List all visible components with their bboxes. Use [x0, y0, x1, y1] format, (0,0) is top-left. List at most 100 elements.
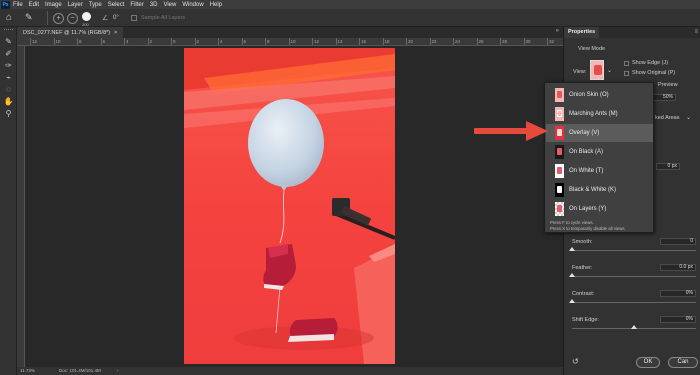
menu-type[interactable]: Type: [89, 2, 102, 8]
feather-label: Feather:: [572, 265, 593, 271]
show-edge-checkbox[interactable]: [624, 61, 629, 66]
shift-edge-slider-thumb[interactable]: [631, 325, 637, 329]
document-size: Doc: 101.4M/101.4M: [59, 368, 101, 373]
ruler-tick-mark: [241, 38, 243, 45]
brush-tool-icon[interactable]: ✎: [25, 12, 33, 23]
status-menu-icon[interactable]: ›: [117, 368, 119, 373]
marching-ants-thumbnail: [555, 107, 564, 121]
smooth-slider[interactable]: [572, 250, 696, 251]
view-thumbnail-icon: [594, 65, 602, 75]
show-original-checkbox[interactable]: [624, 71, 629, 76]
ruler-tick-label: 20: [408, 39, 414, 44]
cancel-button[interactable]: Can: [668, 357, 698, 368]
document-tab-bar: DSC_0277.NEF @ 11.7% (RGB/8*) × »: [17, 27, 563, 38]
angle-value[interactable]: 0°: [113, 15, 119, 21]
refine-edge-tool-icon[interactable]: ⌁: [3, 73, 14, 83]
ruler-tick-mark: [124, 38, 125, 45]
ruler-top: 12 10 8 6 4 2 0 2 4 6 8 10 12 14 16 18 20 22 24 26 28 30 32: [17, 38, 563, 46]
chevron-down-icon[interactable]: ⌄: [686, 114, 691, 121]
reset-icon[interactable]: ↺: [572, 357, 579, 366]
add-mode-icon[interactable]: +: [53, 13, 64, 24]
smooth-slider-thumb[interactable]: [569, 247, 575, 251]
toolbar: ✎ ✐ ✑ ⌁ ◌ ✋ ⚲: [0, 27, 17, 375]
menu-edit[interactable]: Edit: [29, 2, 39, 8]
menu-window[interactable]: Window: [182, 2, 203, 8]
contrast-slider[interactable]: [572, 302, 696, 303]
smooth-label: Smooth:: [572, 239, 593, 245]
shift-edge-field[interactable]: 0%: [660, 316, 696, 323]
feather-slider[interactable]: [572, 276, 696, 277]
view-option-onion-skin[interactable]: Onion Skin (O): [546, 86, 653, 104]
ruler-tick-label: 8: [79, 39, 82, 44]
document-image[interactable]: [184, 48, 395, 364]
ruler-tick-mark: [523, 38, 525, 45]
feather-slider-thumb[interactable]: [569, 273, 575, 277]
zoom-tool-icon[interactable]: ⚲: [3, 109, 14, 119]
subtract-mode-icon[interactable]: −: [67, 13, 78, 24]
ruler-tick-label: 4: [126, 39, 129, 44]
divider: [47, 11, 48, 25]
view-option-label: On White (T): [569, 168, 604, 174]
toolbar-grip: [4, 29, 13, 32]
smooth-field[interactable]: 0: [660, 238, 696, 245]
ruler-tick-mark: [406, 38, 407, 45]
ruler-tick-label: 30: [525, 39, 531, 44]
ok-button[interactable]: OK: [636, 357, 660, 368]
ruler-tick-mark: [335, 38, 337, 45]
menu-filter[interactable]: Filter: [130, 2, 143, 8]
ruler-tick-label: 10: [55, 39, 61, 44]
brush-tool-icon[interactable]: ✐: [3, 49, 14, 59]
view-mode-menu: Onion Skin (O) Marching Ants (M) Overlay…: [544, 82, 654, 233]
quick-selection-tool-icon[interactable]: ✎: [3, 37, 14, 47]
home-icon[interactable]: ⌂: [6, 12, 12, 23]
menu-3d[interactable]: 3D: [150, 2, 158, 8]
view-menu-hint-cycle: Press F to cycle views.: [550, 220, 594, 225]
menu-layer[interactable]: Layer: [68, 2, 83, 8]
ruler-tick-mark: [147, 38, 149, 45]
feather-field[interactable]: 0.0 px: [660, 264, 696, 271]
view-option-label: Marching Ants (M): [569, 111, 618, 117]
panel-menu-icon[interactable]: ≡: [694, 29, 698, 35]
view-option-black-white[interactable]: Black & White (K): [546, 181, 653, 199]
close-tab-icon[interactable]: ×: [114, 30, 117, 36]
radius-field[interactable]: 0 px: [656, 163, 680, 170]
contrast-slider-thumb[interactable]: [569, 299, 575, 303]
hand-tool-icon[interactable]: ✋: [3, 97, 14, 107]
view-option-on-white[interactable]: On White (T): [546, 162, 653, 180]
chevron-down-icon[interactable]: ⌄: [607, 67, 612, 74]
menu-select[interactable]: Select: [108, 2, 125, 8]
contrast-field[interactable]: 0%: [660, 290, 696, 297]
brush-preset-icon[interactable]: [82, 12, 91, 21]
black-white-thumbnail: [555, 183, 564, 197]
view-option-marching-ants[interactable]: Marching Ants (M): [546, 105, 653, 123]
masked-areas-label: ked Areas: [655, 115, 680, 121]
ruler-tick-label: 6: [243, 39, 247, 44]
properties-tab[interactable]: Properties: [564, 27, 600, 38]
object-selection-tool-icon[interactable]: ✑: [3, 61, 14, 71]
ruler-tick-mark: [453, 38, 454, 45]
panel-collapse-icon[interactable]: »: [556, 28, 559, 34]
ruler-tick-label: 4: [220, 39, 223, 44]
zoom-level[interactable]: 11.73%: [20, 368, 35, 373]
menu-help[interactable]: Help: [210, 2, 222, 8]
sample-all-layers-checkbox[interactable]: [131, 15, 137, 21]
lasso-tool-icon[interactable]: ◌: [3, 85, 14, 95]
menu-file[interactable]: File: [13, 2, 23, 8]
view-thumbnail-button[interactable]: [590, 60, 604, 80]
view-mode-label: View Mode: [578, 46, 606, 52]
menu-image[interactable]: Image: [45, 2, 62, 8]
view-option-on-layers[interactable]: On Layers (Y): [546, 200, 653, 218]
ruler-tick-label: 6: [102, 39, 106, 44]
view-option-overlay[interactable]: Overlay (V): [546, 124, 653, 142]
ruler-tick-label: 0: [173, 39, 176, 44]
document-tab[interactable]: DSC_0277.NEF @ 11.7% (RGB/8*) ×: [17, 27, 124, 38]
show-edge-label: Show Edge (J): [632, 60, 669, 66]
ruler-tick-mark: [218, 38, 219, 45]
menu-view[interactable]: View: [163, 2, 176, 8]
view-label: View:: [573, 69, 587, 75]
on-white-thumbnail: [555, 164, 564, 178]
view-option-on-black[interactable]: On Black (A): [546, 143, 653, 161]
ruler-tick-label: 32: [549, 39, 555, 44]
opacity-field[interactable]: 50%: [652, 94, 676, 101]
preview-label: Preview: [658, 82, 678, 88]
